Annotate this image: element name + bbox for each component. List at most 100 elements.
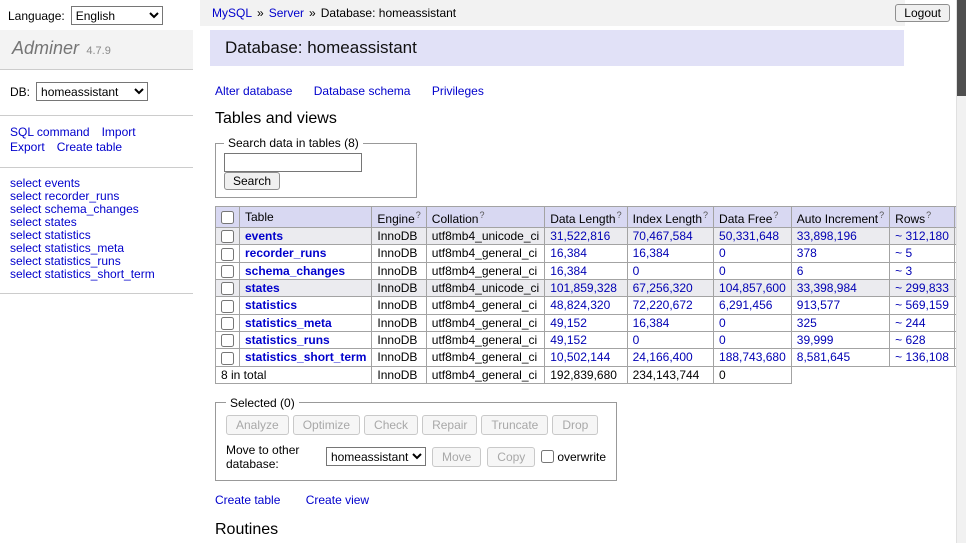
check-button[interactable]: Check — [364, 415, 418, 435]
main-content: Database: homeassistant Alter database D… — [210, 30, 904, 543]
table-name-link[interactable]: states — [245, 281, 280, 295]
alter-database-link[interactable]: Alter database — [215, 84, 292, 98]
row-checkbox[interactable] — [221, 334, 234, 347]
rows-count-link[interactable]: ~ 5 — [895, 246, 912, 260]
help-icon[interactable]: ? — [703, 210, 708, 220]
rows-count-link[interactable]: ~ 299,833 — [895, 281, 949, 295]
analyze-button[interactable]: Analyze — [226, 415, 289, 435]
row-checkbox-cell — [216, 314, 240, 331]
optimize-button[interactable]: Optimize — [293, 415, 360, 435]
help-icon[interactable]: ? — [926, 210, 931, 220]
total-label: 8 in total — [216, 366, 372, 383]
repair-button[interactable]: Repair — [422, 415, 477, 435]
row-checkbox[interactable] — [221, 265, 234, 278]
database-schema-link[interactable]: Database schema — [314, 84, 411, 98]
app-version: 4.7.9 — [86, 45, 110, 57]
app-logo: Adminer 4.7.9 — [0, 30, 193, 70]
select-all-cell — [216, 207, 240, 228]
row-checkbox[interactable] — [221, 230, 234, 243]
overwrite-option[interactable]: overwrite — [541, 450, 606, 464]
column-header-data-free: Data Free? — [714, 207, 792, 228]
table-header-row: Table Engine? Collation? Data Length? In… — [216, 207, 966, 228]
create-view-link[interactable]: Create view — [306, 493, 369, 507]
help-icon[interactable]: ? — [773, 210, 778, 220]
total-index-length: 234,143,744 — [627, 366, 713, 383]
search-button[interactable]: Search — [224, 172, 280, 190]
collation-cell: utf8mb4_general_ci — [426, 349, 544, 366]
row-checkbox[interactable] — [221, 352, 234, 365]
tables-heading: Tables and views — [215, 110, 904, 128]
logout-button[interactable]: Logout — [895, 4, 950, 22]
selected-buttons: Analyze Optimize Check Repair Truncate D… — [226, 415, 606, 435]
table-name-link[interactable]: recorder_runs — [245, 246, 326, 260]
data-free-cell: 50,331,648 — [714, 228, 792, 245]
drop-button[interactable]: Drop — [552, 415, 598, 435]
engine-cell: InnoDB — [372, 228, 426, 245]
data-free-cell: 188,743,680 — [714, 349, 792, 366]
sidebar-table-link[interactable]: select statistics_short_term — [10, 268, 183, 281]
data-length-cell: 31,522,816 — [545, 228, 627, 245]
truncate-button[interactable]: Truncate — [481, 415, 548, 435]
search-input[interactable] — [224, 153, 362, 172]
breadcrumb-server-link[interactable]: Server — [269, 6, 304, 20]
column-header-auto-increment: Auto Increment? — [791, 207, 889, 228]
scrollbar-thumb[interactable] — [957, 0, 966, 96]
data-length-cell: 101,859,328 — [545, 279, 627, 296]
breadcrumb-current: Database: homeassistant — [321, 6, 456, 20]
create-table-link[interactable]: Create table — [215, 493, 280, 507]
data-length-cell: 16,384 — [545, 262, 627, 279]
table-name-link[interactable]: statistics_meta — [245, 316, 332, 330]
index-length-cell: 0 — [627, 262, 713, 279]
sql-command-link[interactable]: SQL command — [10, 125, 90, 139]
row-checkbox[interactable] — [221, 317, 234, 330]
help-icon[interactable]: ? — [479, 210, 484, 220]
privileges-link[interactable]: Privileges — [432, 84, 484, 98]
language-select[interactable]: English — [71, 6, 163, 25]
row-checkbox[interactable] — [221, 300, 234, 313]
table-name-link[interactable]: statistics_short_term — [245, 350, 366, 364]
help-icon[interactable]: ? — [416, 210, 421, 220]
auto-increment-cell: 6 — [791, 262, 889, 279]
index-length-cell: 72,220,672 — [627, 297, 713, 314]
import-link[interactable]: Import — [102, 125, 136, 139]
table-name-link[interactable]: statistics_runs — [245, 333, 330, 347]
rows-count-link[interactable]: ~ 312,180 — [895, 229, 949, 243]
collation-cell: utf8mb4_general_ci — [426, 297, 544, 314]
page-title: Database: homeassistant — [210, 30, 904, 66]
table-name-link[interactable]: events — [245, 229, 283, 243]
row-checkbox[interactable] — [221, 282, 234, 295]
table-name-cell: statistics_meta — [240, 314, 372, 331]
scrollbar[interactable] — [956, 0, 966, 543]
move-db-select[interactable]: homeassistant — [326, 447, 426, 466]
help-icon[interactable]: ? — [617, 210, 622, 220]
overwrite-checkbox[interactable] — [541, 450, 554, 463]
table-name-cell: schema_changes — [240, 262, 372, 279]
export-link[interactable]: Export — [10, 140, 45, 154]
move-button[interactable]: Move — [432, 447, 481, 467]
rows-count-link[interactable]: ~ 628 — [895, 333, 925, 347]
create-table-sidebar-link[interactable]: Create table — [57, 140, 122, 154]
engine-cell: InnoDB — [372, 297, 426, 314]
table-name-link[interactable]: statistics — [245, 298, 297, 312]
auto-increment-cell: 8,581,645 — [791, 349, 889, 366]
row-checkbox[interactable] — [221, 248, 234, 261]
help-icon[interactable]: ? — [879, 210, 884, 220]
app-name: Adminer — [12, 38, 79, 58]
db-select[interactable]: homeassistant — [36, 82, 148, 101]
select-all-checkbox[interactable] — [221, 211, 234, 224]
rows-cell: ~ 312,180 — [890, 228, 955, 245]
rows-count-link[interactable]: ~ 136,108 — [895, 350, 949, 364]
rows-count-link[interactable]: ~ 244 — [895, 316, 925, 330]
total-engine: InnoDB — [372, 366, 426, 383]
index-length-cell: 16,384 — [627, 245, 713, 262]
auto-increment-cell: 325 — [791, 314, 889, 331]
total-data-free: 0 — [714, 366, 792, 383]
move-row: Move to other database: homeassistant Mo… — [226, 443, 606, 471]
rows-count-link[interactable]: ~ 569,159 — [895, 298, 949, 312]
data-length-cell: 49,152 — [545, 331, 627, 348]
copy-button[interactable]: Copy — [487, 447, 535, 467]
routines-heading: Routines — [215, 521, 904, 539]
rows-count-link[interactable]: ~ 3 — [895, 264, 912, 278]
breadcrumb-mysql-link[interactable]: MySQL — [212, 6, 252, 20]
table-name-link[interactable]: schema_changes — [245, 264, 345, 278]
